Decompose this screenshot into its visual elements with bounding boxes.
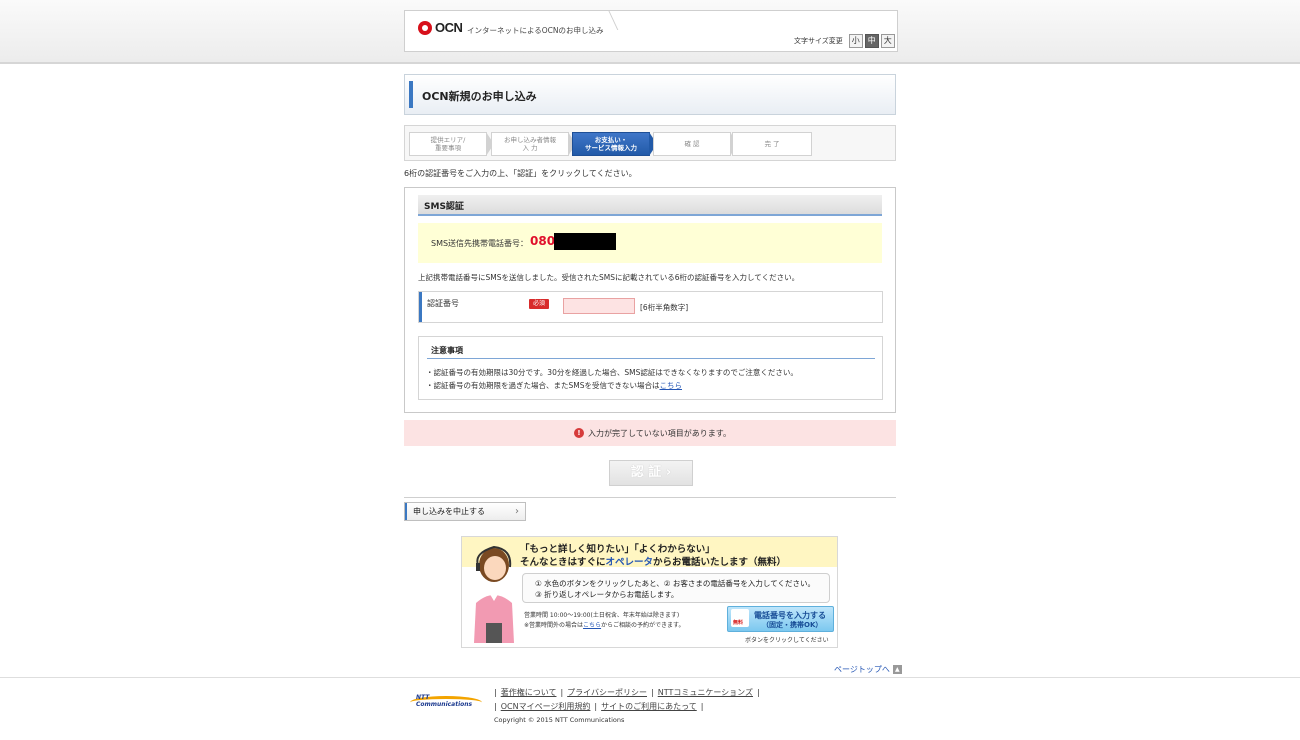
chevron-right-icon: › <box>515 506 519 517</box>
call-me-button[interactable]: 無料 電話番号を入力する （固定・携帯OK） <box>727 606 834 632</box>
step-payment-line1: お支払い・ <box>594 136 628 144</box>
operator-steps-box: ① 水色のボタンをクリックしたあと、② お客さまの電話番号を入力してください。 … <box>522 573 830 603</box>
step-payment: お支払い・ サービス情報入力 <box>572 132 657 156</box>
page-top-link[interactable]: ページトップへ ▲ <box>834 664 902 675</box>
auth-code-label: 認証番号 <box>427 299 459 308</box>
ocn-logo-icon <box>418 20 432 35</box>
operator-heading-1: 「もっと詳しく知りたい」「よくわからない」 <box>520 544 715 555</box>
required-badge: 必須 <box>529 299 549 309</box>
operator-after-hours-pre: ※営業時間外の場合は <box>524 622 584 629</box>
operator-step-2: ③ 折り返しオペレータからお電話します。 <box>535 590 679 599</box>
ntt-logo-text: NTT Communications <box>416 694 473 708</box>
step-area: 提供エリア/重要事項 <box>409 132 494 156</box>
call-me-note: ボタンをクリックしてください <box>745 637 829 644</box>
font-size-label: 文字サイズ変更 <box>794 37 843 45</box>
footer-link-site-usage[interactable]: サイトのご利用にあたって <box>601 702 697 711</box>
ocn-logo[interactable]: OCN <box>418 20 463 35</box>
step-applicant: お申し込み者情報入 力 <box>491 132 576 156</box>
auth-code-row: 認証番号 必須 [6桁半角数字] <box>418 291 883 323</box>
instruction-text: 6桁の認証番号をご入力の上、「認証」をクリックしてください。 <box>404 169 637 178</box>
phone-number-box: SMS送信先携帯電話番号： 080- <box>418 223 882 263</box>
error-bar: ! 入力が完了していない項目があります。 <box>404 420 896 446</box>
call-me-sublabel: （固定・携帯OK） <box>762 621 823 629</box>
font-size-large-button[interactable]: 大 <box>880 34 895 48</box>
step-complete: 完 了 <box>732 132 812 156</box>
font-size-small-button[interactable]: 小 <box>848 34 863 48</box>
notice-line-1: ・認証番号の有効期限は30分です。30分を経過した場合、SMS認証はできなくなり… <box>426 368 798 377</box>
footer-link-mypage-terms[interactable]: OCNマイページ利用規約 <box>501 702 591 711</box>
operator-heading-2-highlight: オペレータ <box>605 557 654 568</box>
error-icon: ! <box>574 428 584 438</box>
operator-after-hours: ※営業時間外の場合はこちらからご相談の予約ができます。 <box>524 620 684 629</box>
step-area-line2: 重要事項 <box>434 144 461 152</box>
cancel-application-button[interactable]: 申し込みを中止する › <box>404 502 526 521</box>
operator-after-hours-post: からご相談の予約ができます。 <box>601 622 685 629</box>
page-title: OCN新規のお申し込み <box>422 90 537 103</box>
footer-link-copyright[interactable]: 著作権について <box>501 688 557 697</box>
arrow-up-icon: ▲ <box>892 665 902 674</box>
step-confirm: 確 認 <box>653 132 738 156</box>
cancel-application-label: 申し込みを中止する <box>413 507 485 516</box>
sms-heading: SMS認証 <box>424 202 464 212</box>
phone-label: SMS送信先携帯電話番号： <box>431 239 529 248</box>
operator-heading-2-pre: そんなときはすぐに <box>520 557 606 568</box>
sms-sent-message: 上記携帯電話番号にSMSを送信しました。受信されたSMSに記載されている6桁の認… <box>418 273 800 282</box>
font-size-switcher: 文字サイズ変更 小 中 大 <box>794 34 895 48</box>
progress-steps: 提供エリア/重要事項 お申し込み者情報入 力 お支払い・ サービス情報入力 確 認… <box>404 125 896 161</box>
auth-code-input[interactable] <box>563 298 635 314</box>
operator-callback-banner: 「もっと詳しく知りたい」「よくわからない」 そんなときはすぐにオペレータからお電… <box>461 536 838 648</box>
notice-line-2-text: ・認証番号の有効期限を過ぎた場合、またSMSを受信できない場合は <box>426 381 660 390</box>
footer-link-privacy[interactable]: プライバシーポリシー <box>567 688 647 697</box>
phone-redaction <box>554 233 616 250</box>
free-badge: 無料 <box>733 620 744 626</box>
step-confirm-label: 確 認 <box>684 140 700 148</box>
step-complete-label: 完 了 <box>764 140 780 148</box>
phone-icon: 無料 <box>731 609 749 627</box>
notice-line-2: ・認証番号の有効期限を過ぎた場合、またSMSを受信できない場合はこちら <box>426 380 682 391</box>
operator-illustration-icon <box>474 545 514 643</box>
operator-heading-2: そんなときはすぐにオペレータからお電話いたします（無料） <box>520 554 786 568</box>
notice-title: 注意事項 <box>431 346 463 355</box>
step-applicant-line1: お申し込み者情報 <box>504 136 556 144</box>
page-title-box: OCN新規のお申し込み <box>404 74 896 115</box>
auth-code-hint: [6桁半角数字] <box>640 303 689 312</box>
step-payment-line2: サービス情報入力 <box>585 144 637 152</box>
header-description: インターネットによるOCNのお申し込み <box>467 26 604 35</box>
operator-hours: 営業時間 10:00〜19:00(土日祝含、年末年始は除きます) <box>524 612 680 619</box>
ntt-communications-logo[interactable]: NTT Communications <box>410 690 484 708</box>
footer-links-row-1: | 著作権について | プライバシーポリシー | NTTコミュニケーションズ | <box>494 688 760 697</box>
divider <box>404 497 896 498</box>
operator-step-1: ① 水色のボタンをクリックしたあと、② お客さまの電話番号を入力してください。 <box>535 579 815 588</box>
footer-links-row-2: | OCNマイページ利用規約 | サイトのご利用にあたって | <box>494 702 704 711</box>
error-message: 入力が完了していない項目があります。 <box>588 429 731 438</box>
step-applicant-line2: 入 力 <box>522 144 538 152</box>
sms-heading-bar: SMS認証 <box>418 195 882 216</box>
notice-help-link[interactable]: こちら <box>660 381 683 390</box>
operator-heading-2-post: からお電話いたします（無料） <box>653 557 787 568</box>
notice-box: 注意事項 ・認証番号の有効期限は30分です。30分を経過した場合、SMS認証はで… <box>418 336 883 400</box>
font-size-medium-button[interactable]: 中 <box>864 34 879 48</box>
step-area-line1: 提供エリア/ <box>430 136 466 144</box>
ocn-logo-text: OCN <box>435 20 463 35</box>
footer-link-nttcom[interactable]: NTTコミュニケーションズ <box>658 688 753 697</box>
auth-button[interactable]: 認 証 › <box>609 460 693 486</box>
operator-reservation-link[interactable]: こちら <box>583 622 601 629</box>
footer-divider <box>0 677 1300 678</box>
page-top-label: ページトップへ <box>834 665 890 674</box>
notice-divider <box>427 358 875 359</box>
copyright: Copyright © 2015 NTT Communications <box>494 716 625 724</box>
